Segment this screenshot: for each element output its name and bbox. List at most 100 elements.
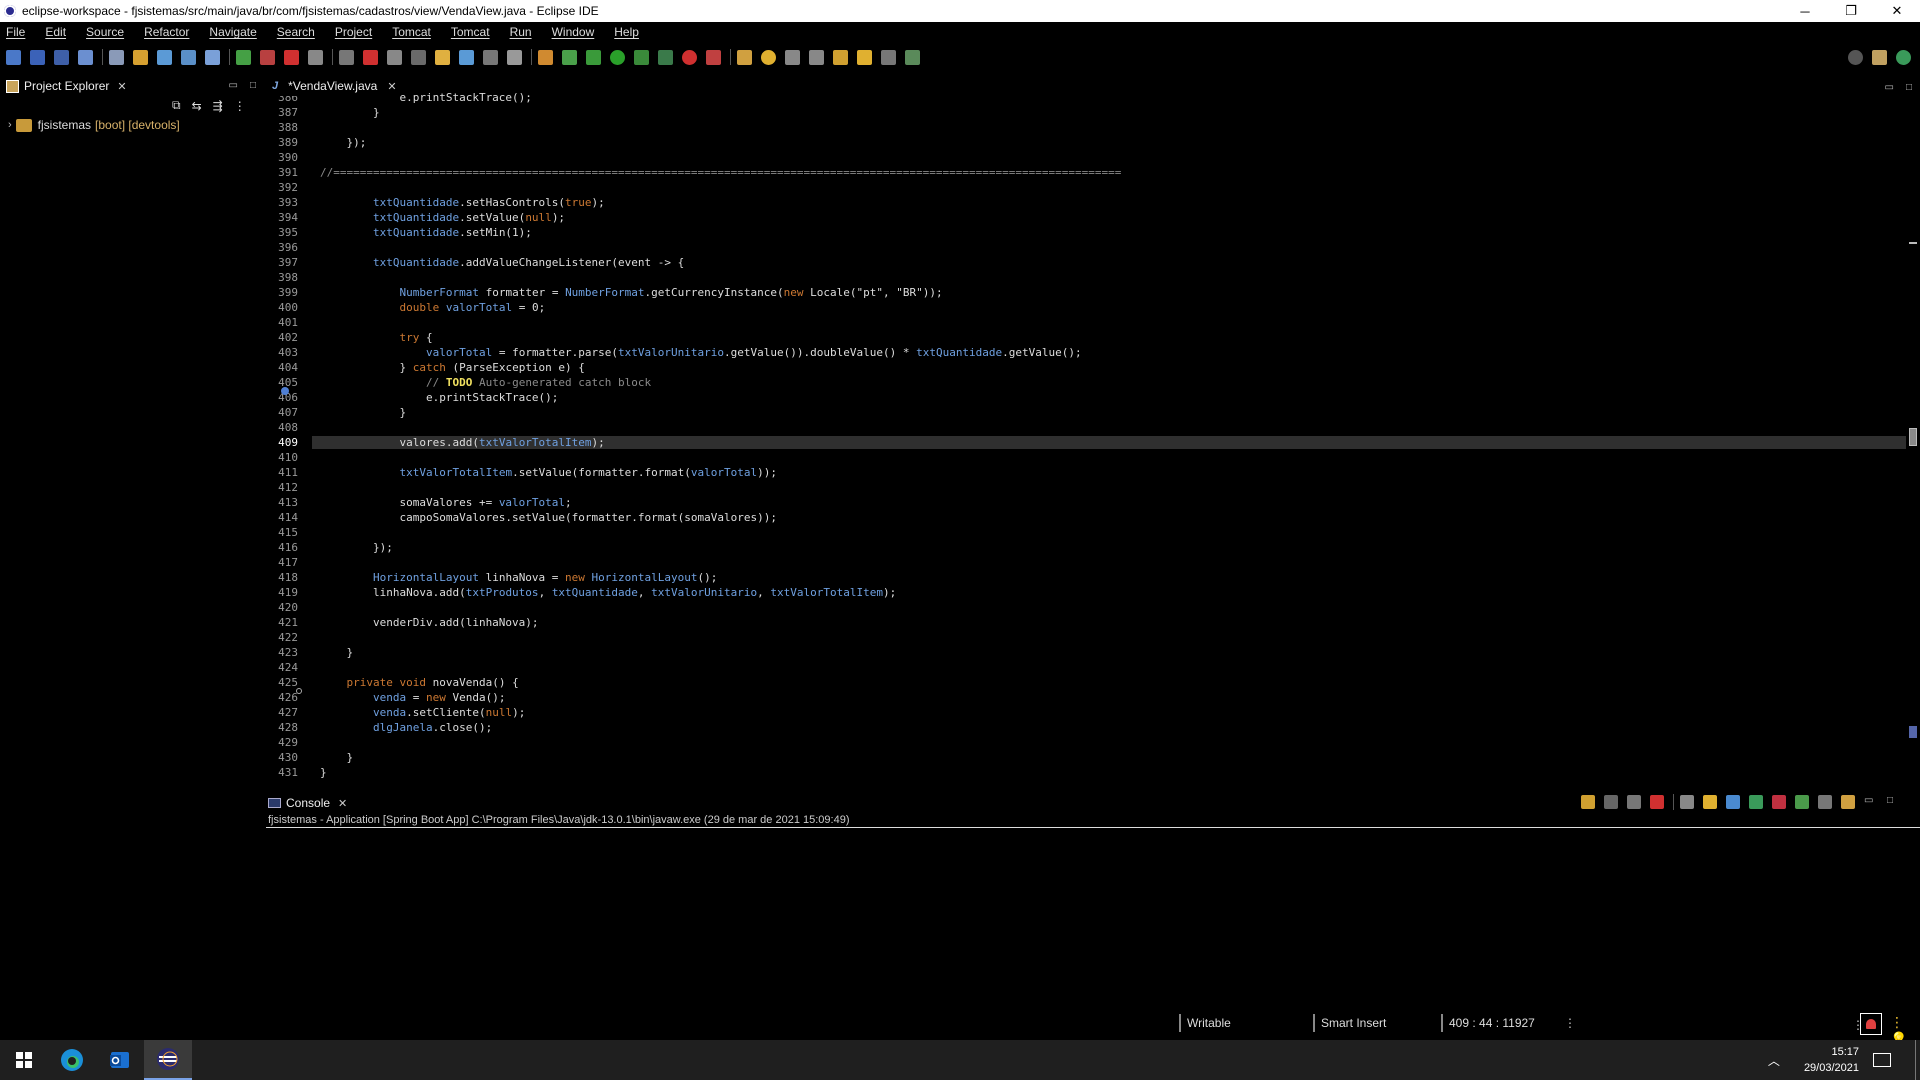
code-line[interactable]: 418 HorizontalLayout linhaNova = new Hor… — [266, 570, 1906, 585]
skip-breakpoints-icon[interactable] — [109, 49, 124, 65]
menu-file[interactable]: File — [6, 25, 25, 39]
pin-console-icon[interactable] — [1795, 795, 1809, 809]
code-line[interactable]: 417 — [266, 555, 1906, 570]
menu-edit[interactable]: Edit — [45, 25, 66, 39]
code-text[interactable]: venda = new Venda(); — [312, 691, 1906, 704]
outlook-icon[interactable] — [96, 1040, 144, 1080]
code-text[interactable]: double valorTotal = 0; — [312, 301, 1906, 314]
menu-window[interactable]: Window — [552, 25, 595, 39]
code-text[interactable]: linhaNova.add(txtProdutos, txtQuantidade… — [312, 586, 1906, 599]
new-icon[interactable] — [6, 49, 21, 65]
line-number[interactable]: 399 — [266, 286, 300, 299]
open-console-icon[interactable] — [1841, 795, 1855, 809]
code-text[interactable]: somaValores += valorTotal; — [312, 496, 1906, 509]
minimize-button[interactable]: ─ — [1782, 0, 1828, 22]
code-text[interactable]: txtQuantidade.addValueChangeListener(eve… — [312, 256, 1906, 269]
line-number[interactable]: 411 — [266, 466, 300, 479]
show-whitespace-icon[interactable] — [507, 49, 522, 65]
menu-search[interactable]: Search — [277, 25, 315, 39]
code-line[interactable]: 402 try { — [266, 330, 1906, 345]
pin-editor-icon[interactable] — [905, 49, 920, 65]
code-line[interactable]: 395 txtQuantidade.setMin(1); — [266, 225, 1906, 240]
code-line[interactable]: 389 }); — [266, 135, 1906, 150]
close-button[interactable]: ✕ — [1874, 0, 1920, 22]
code-text[interactable]: valores.add(txtValorTotalItem); — [312, 436, 1906, 449]
display-console-icon[interactable] — [1818, 795, 1832, 809]
line-number[interactable]: 415 — [266, 526, 300, 539]
code-line[interactable]: 409 valores.add(txtValorTotalItem); — [266, 435, 1906, 450]
code-text[interactable]: valorTotal = formatter.parse(txtValorUni… — [312, 346, 1906, 359]
line-number[interactable]: 389 — [266, 136, 300, 149]
link-editor-icon[interactable]: ⇆ — [192, 99, 202, 113]
code-line[interactable]: 401 — [266, 315, 1906, 330]
word-wrap-icon[interactable] — [459, 49, 474, 65]
line-number[interactable]: 417 — [266, 556, 300, 569]
last-edit-icon[interactable] — [833, 49, 848, 65]
tomcat-stop-2-icon[interactable] — [284, 49, 299, 65]
print-icon[interactable] — [78, 49, 93, 65]
line-number[interactable]: 402 — [266, 331, 300, 344]
code-line[interactable]: 400 double valorTotal = 0; — [266, 300, 1906, 315]
code-line[interactable]: 406 e.printStackTrace(); — [266, 390, 1906, 405]
code-text[interactable]: } — [312, 106, 1906, 119]
line-number[interactable]: 413 — [266, 496, 300, 509]
clock[interactable]: 15:17 29/03/2021 — [1804, 1044, 1859, 1076]
code-text[interactable]: //======================================… — [312, 166, 1906, 179]
tree-item-project[interactable]: › fjsistemas [boot] [devtools] — [8, 118, 180, 132]
code-line[interactable]: 391 //===================================… — [266, 165, 1906, 180]
forward-icon[interactable] — [881, 49, 896, 65]
console-tab[interactable]: Console ✕ — [268, 794, 347, 812]
code-line[interactable]: 429 — [266, 735, 1906, 750]
code-text[interactable]: } — [312, 406, 1906, 419]
tomcat-restart-icon[interactable] — [308, 49, 323, 65]
close-icon[interactable]: ✕ — [387, 80, 396, 93]
tomcat-stop-icon[interactable] — [260, 49, 275, 65]
line-number[interactable]: 423 — [266, 646, 300, 659]
chevron-up-icon[interactable]: ︿ — [1768, 1052, 1780, 1069]
clear-console-icon[interactable] — [1680, 795, 1694, 809]
minimize-console-icon[interactable]: ▭ — [1864, 795, 1878, 809]
code-text[interactable]: // TODO Auto-generated catch block — [312, 376, 1906, 389]
code-text[interactable]: HorizontalLayout linhaNova = new Horizon… — [312, 571, 1906, 584]
code-text[interactable]: campoSomaValores.setValue(formatter.form… — [312, 511, 1906, 524]
open-perspective-icon[interactable] — [1872, 49, 1887, 65]
menu-navigate[interactable]: Navigate — [209, 25, 256, 39]
code-line[interactable]: 397 txtQuantidade.addValueChangeListener… — [266, 255, 1906, 270]
line-number[interactable]: 414 — [266, 511, 300, 524]
code-line[interactable]: 413 somaValores += valorTotal; — [266, 495, 1906, 510]
line-number[interactable]: 412 — [266, 481, 300, 494]
code-line[interactable]: 426 venda = new Venda(); — [266, 690, 1906, 705]
code-text[interactable]: txtValorTotalItem.setValue(formatter.for… — [312, 466, 1906, 479]
code-text[interactable]: e.printStackTrace(); — [312, 91, 1906, 104]
code-line[interactable]: 424 — [266, 660, 1906, 675]
code-line[interactable]: 405 // TODO Auto-generated catch block — [266, 375, 1906, 395]
code-text[interactable]: try { — [312, 331, 1906, 344]
code-line[interactable]: 408 — [266, 420, 1906, 435]
code-line[interactable]: 394 txtQuantidade.setValue(null); — [266, 210, 1906, 225]
line-number[interactable]: 408 — [266, 421, 300, 434]
remove-all-icon[interactable] — [1627, 795, 1641, 809]
line-number[interactable]: 420 — [266, 601, 300, 614]
code-line[interactable]: 404 } catch (ParseException e) { — [266, 360, 1906, 375]
code-text[interactable]: e.printStackTrace(); — [312, 391, 1906, 404]
save-icon[interactable] — [30, 49, 45, 65]
line-number[interactable]: 431 — [266, 766, 300, 779]
line-number[interactable]: 426 — [266, 691, 300, 704]
code-line[interactable]: 415 — [266, 525, 1906, 540]
next-annotation-icon[interactable] — [809, 49, 824, 65]
line-number[interactable]: 416 — [266, 541, 300, 554]
code-line[interactable]: 387 } — [266, 105, 1906, 120]
task-marker-icon[interactable] — [281, 386, 289, 395]
project-explorer-tab[interactable]: Project Explorer ✕ — [0, 76, 262, 96]
line-number[interactable]: 429 — [266, 736, 300, 749]
line-number[interactable]: 388 — [266, 121, 300, 134]
line-number[interactable]: 419 — [266, 586, 300, 599]
line-number[interactable]: 427 — [266, 706, 300, 719]
menu-source[interactable]: Source — [86, 25, 124, 39]
refresh-icon[interactable] — [133, 49, 148, 65]
restore-button[interactable]: ❐ — [1828, 0, 1874, 22]
code-text[interactable]: txtQuantidade.setMin(1); — [312, 226, 1906, 239]
menu-refactor[interactable]: Refactor — [144, 25, 189, 39]
code-line[interactable]: 431} — [266, 765, 1906, 780]
java-perspective-icon[interactable] — [1896, 49, 1911, 65]
